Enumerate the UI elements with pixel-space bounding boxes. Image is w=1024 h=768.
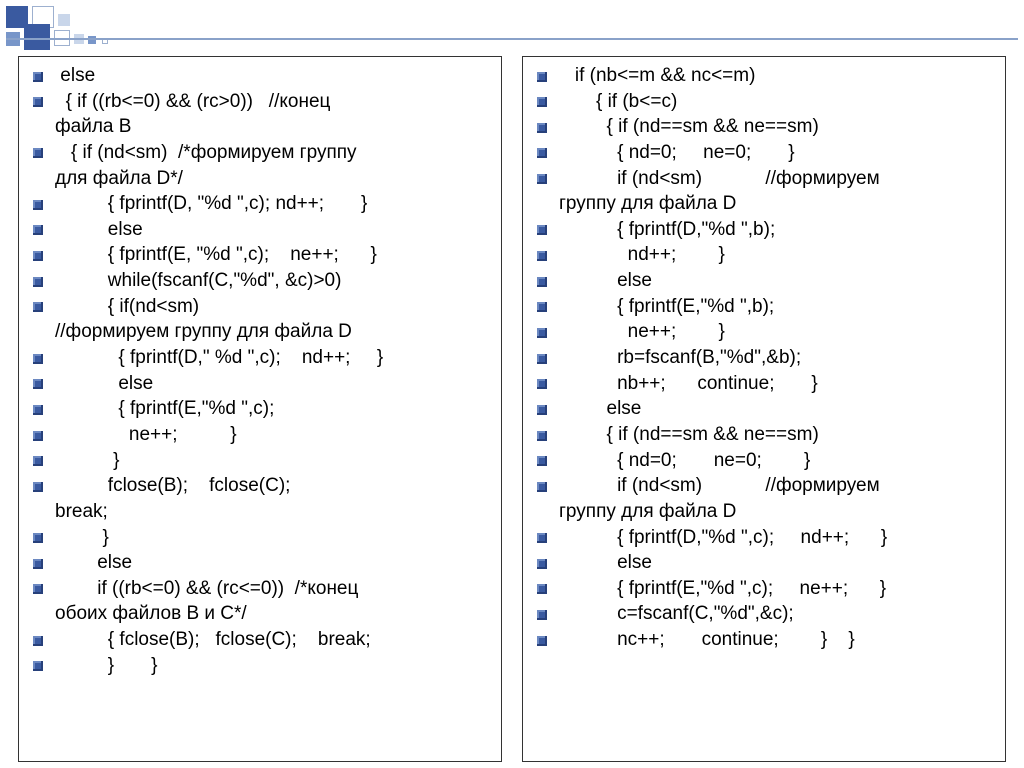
left-code-list: { fprintf(D," %d ",c); nd++; } else { fp… xyxy=(29,345,495,499)
code-line: { if(nd<sm) xyxy=(29,294,495,320)
code-continuation: break; xyxy=(29,499,495,525)
code-line: else xyxy=(29,550,495,576)
code-line: } } xyxy=(29,653,495,679)
code-line: if (nb<=m && nc<=m) xyxy=(533,63,999,89)
code-line: { fprintf(D,"%d ",c); nd++; } xyxy=(533,525,999,551)
code-line: { if (nd==sm && ne==sm) xyxy=(533,422,999,448)
left-code-box: else { if ((rb<=0) && (rc>0)) //конец фа… xyxy=(18,56,502,762)
code-line: { fprintf(D," %d ",c); nd++; } xyxy=(29,345,495,371)
code-line: { if ((rb<=0) && (rc>0)) //конец xyxy=(29,89,495,115)
code-line: { fprintf(E, "%d ",c); ne++; } xyxy=(29,242,495,268)
code-line: { if (nd==sm && ne==sm) xyxy=(533,114,999,140)
code-line: rb=fscanf(B,"%d",&b); xyxy=(533,345,999,371)
code-line: else xyxy=(29,371,495,397)
content-row: else { if ((rb<=0) && (rc>0)) //конец фа… xyxy=(0,56,1024,762)
code-line: } xyxy=(29,525,495,551)
code-line: { nd=0; ne=0; } xyxy=(533,448,999,474)
code-line: else xyxy=(533,550,999,576)
code-line: if (nd<sm) //формируем xyxy=(533,473,999,499)
left-code-list: } else if ((rb<=0) && (rc<=0)) /*конец xyxy=(29,525,495,602)
right-code-list: { fprintf(D,"%d ",b); nd++; } else { fpr… xyxy=(533,217,999,499)
code-line: { fprintf(E,"%d ",b); xyxy=(533,294,999,320)
right-code-list: { fprintf(D,"%d ",c); nd++; } else { fpr… xyxy=(533,525,999,653)
slide: else { if ((rb<=0) && (rc>0)) //конец фа… xyxy=(0,0,1024,768)
code-line: { fprintf(D,"%d ",b); xyxy=(533,217,999,243)
code-line: { fprintf(E,"%d ",c); xyxy=(29,396,495,422)
code-line: { if (b<=c) xyxy=(533,89,999,115)
code-line: { if (nd<sm) /*формируем группу xyxy=(29,140,495,166)
code-continuation: //формируем группу для файла D xyxy=(29,319,495,345)
left-code-list: { fclose(B); fclose(C); break; } } xyxy=(29,627,495,678)
code-continuation: группу для файла D xyxy=(533,499,999,525)
code-line: else xyxy=(533,396,999,422)
code-line: c=fscanf(C,"%d",&c); xyxy=(533,601,999,627)
code-line: nc++; continue; } } xyxy=(533,627,999,653)
code-line: while(fscanf(C,"%d", &c)>0) xyxy=(29,268,495,294)
code-line: ne++; } xyxy=(533,319,999,345)
code-line: else xyxy=(533,268,999,294)
code-line: fclose(B); fclose(C); xyxy=(29,473,495,499)
code-continuation: обоих файлов B и C*/ xyxy=(29,601,495,627)
code-line: nb++; continue; } xyxy=(533,371,999,397)
code-line: } xyxy=(29,448,495,474)
code-line: { nd=0; ne=0; } xyxy=(533,140,999,166)
right-code-list: if (nb<=m && nc<=m) { if (b<=c) { if (nd… xyxy=(533,63,999,191)
code-continuation: файла B xyxy=(29,114,495,140)
code-continuation: группу для файла D xyxy=(533,191,999,217)
code-continuation: для файла D*/ xyxy=(29,166,495,192)
left-code-list: { if (nd<sm) /*формируем группу xyxy=(29,140,495,166)
left-code-list: else { if ((rb<=0) && (rc>0)) //конец xyxy=(29,63,495,114)
code-line: nd++; } xyxy=(533,242,999,268)
right-code-box: if (nb<=m && nc<=m) { if (b<=c) { if (nd… xyxy=(522,56,1006,762)
code-line: if ((rb<=0) && (rc<=0)) /*конец xyxy=(29,576,495,602)
code-line: else xyxy=(29,63,495,89)
code-line: { fprintf(E,"%d ",c); ne++; } xyxy=(533,576,999,602)
code-line: else xyxy=(29,217,495,243)
header-rule xyxy=(6,38,1018,40)
code-line: if (nd<sm) //формируем xyxy=(533,166,999,192)
left-code-list: { fprintf(D, "%d ",c); nd++; } else { fp… xyxy=(29,191,495,319)
code-line: { fclose(B); fclose(C); break; xyxy=(29,627,495,653)
code-line: ne++; } xyxy=(29,422,495,448)
code-line: { fprintf(D, "%d ",c); nd++; } xyxy=(29,191,495,217)
corner-decoration xyxy=(6,6,156,50)
